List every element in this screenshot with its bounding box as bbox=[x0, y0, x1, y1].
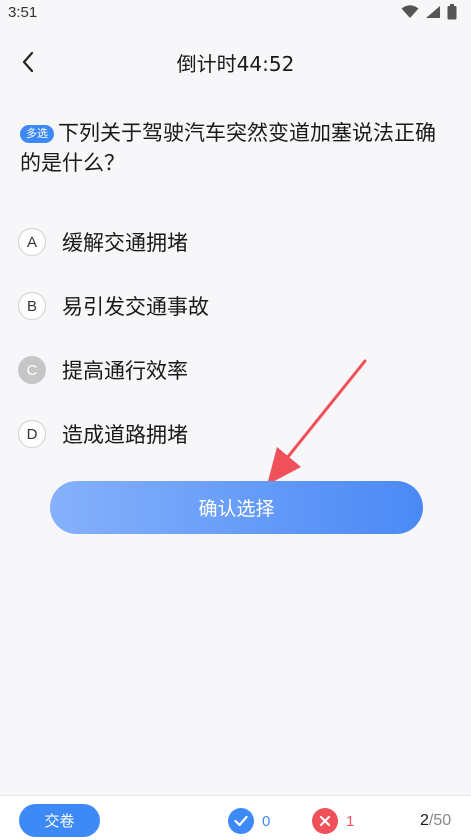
check-icon bbox=[228, 808, 254, 834]
option-text: 提高通行效率 bbox=[62, 359, 188, 383]
question-type-badge: 多选 bbox=[20, 125, 54, 143]
wrong-count-value: 1 bbox=[346, 812, 355, 830]
option-letter: D bbox=[18, 420, 46, 448]
submit-exam-button[interactable]: 交卷 bbox=[19, 804, 100, 837]
back-button[interactable] bbox=[14, 48, 42, 76]
option-text: 易引发交通事故 bbox=[62, 295, 209, 319]
chevron-left-icon bbox=[22, 51, 34, 73]
option-text: 缓解交通拥堵 bbox=[62, 231, 188, 255]
battery-icon bbox=[447, 4, 457, 20]
option-letter: A bbox=[18, 228, 46, 256]
progress-current: 2 bbox=[420, 812, 429, 829]
progress-total: /50 bbox=[428, 812, 452, 829]
countdown-title: 倒计时44:52 bbox=[176, 51, 295, 76]
confirm-button[interactable]: 确认选择 bbox=[50, 481, 423, 534]
question-text: 下列关于驾驶汽车突然变道加塞说法正确的是什么？ bbox=[20, 121, 436, 175]
correct-count-value: 0 bbox=[262, 812, 271, 830]
option-c[interactable]: C 提高通行效率 bbox=[18, 338, 448, 402]
status-bar: 3:51 bbox=[0, 0, 471, 24]
option-b[interactable]: B 易引发交通事故 bbox=[18, 274, 448, 338]
option-letter: B bbox=[18, 292, 46, 320]
status-time: 3:51 bbox=[8, 3, 38, 21]
question: 多选 下列关于驾驶汽车突然变道加塞说法正确的是什么？ bbox=[20, 118, 455, 178]
options-list: A 缓解交通拥堵 B 易引发交通事故 C 提高通行效率 D 造成道路拥堵 bbox=[18, 210, 448, 466]
header: 倒计时44:52 bbox=[0, 38, 471, 86]
correct-count[interactable]: 0 bbox=[228, 808, 270, 834]
wifi-icon bbox=[401, 5, 419, 18]
close-icon bbox=[312, 808, 338, 834]
option-letter: C bbox=[18, 356, 46, 384]
option-d[interactable]: D 造成道路拥堵 bbox=[18, 402, 448, 466]
wrong-count[interactable]: 1 bbox=[312, 808, 354, 834]
option-a[interactable]: A 缓解交通拥堵 bbox=[18, 210, 448, 274]
bottom-bar: 交卷 0 1 2/50 bbox=[0, 795, 471, 840]
status-icons bbox=[401, 4, 457, 20]
option-text: 造成道路拥堵 bbox=[62, 423, 188, 447]
question-progress[interactable]: 2/50 bbox=[420, 812, 451, 830]
signal-icon bbox=[426, 6, 440, 18]
